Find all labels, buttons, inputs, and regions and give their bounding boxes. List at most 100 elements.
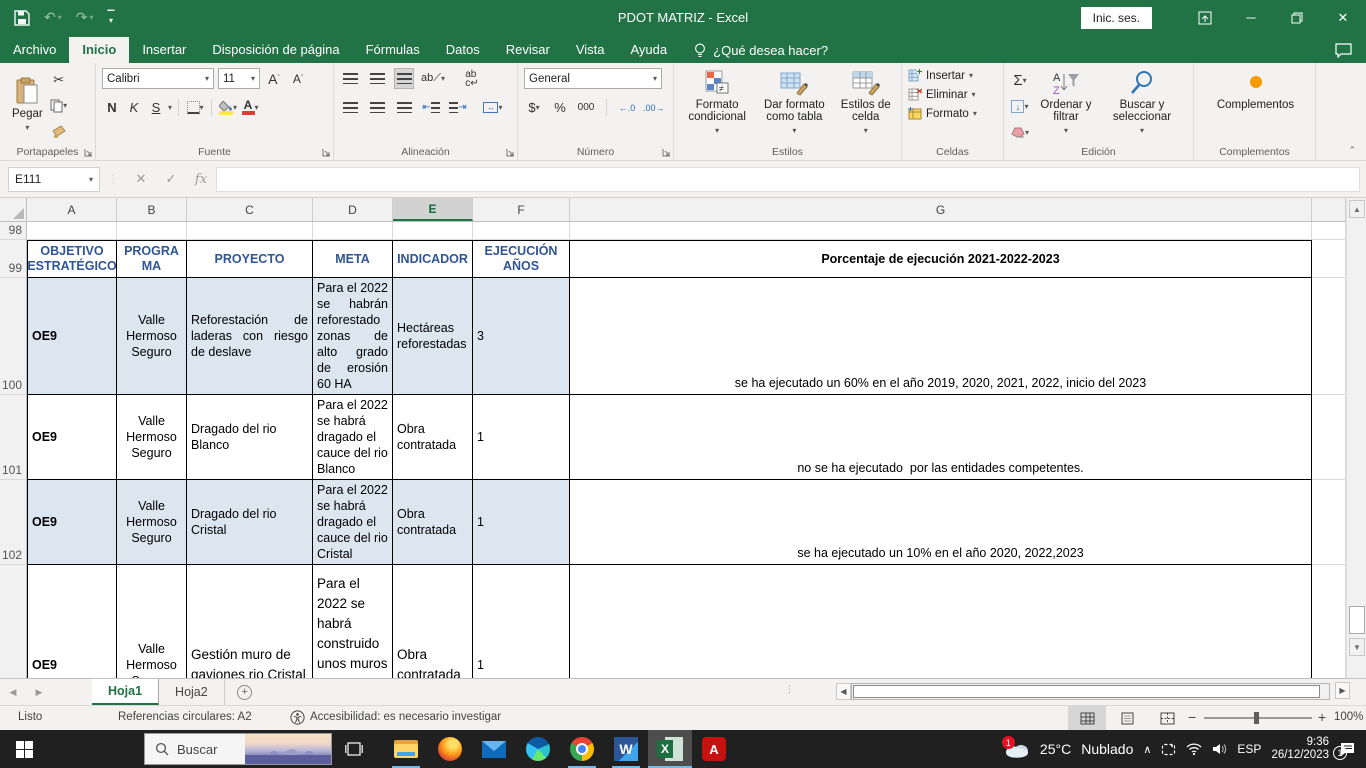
insert-function-icon[interactable]: fx [186,172,216,187]
align-right-icon[interactable] [394,97,414,118]
clear-icon[interactable]: ▾ [1010,122,1030,143]
tab-inicio[interactable]: Inicio [69,37,129,63]
underline-carat[interactable]: ▾ [168,103,172,112]
tab-datos[interactable]: Datos [433,37,493,63]
cell-h101[interactable] [1312,395,1346,480]
col-header-f[interactable]: F [473,198,570,221]
paste-button[interactable]: Pegar ▾ [6,75,49,134]
delete-cells-button[interactable]: Eliminar [926,89,968,101]
tray-display-icon[interactable] [1161,743,1176,756]
scroll-down-icon[interactable]: ▼ [1349,638,1365,656]
dialog-launcher-icon[interactable] [84,148,93,157]
currency-icon[interactable]: $▾ [524,97,544,118]
cell-d103[interactable]: Para el 2022 se habrá construido unos mu… [313,565,393,678]
vertical-scrollbar[interactable]: ▲ ▼ [1346,198,1366,678]
taskbar-chrome[interactable] [560,730,604,768]
col-header-b[interactable]: B [117,198,187,221]
tray-weather-label[interactable]: Nublado [1081,741,1133,757]
cell-h100[interactable] [1312,278,1346,395]
cell-c99[interactable]: PROYECTO [187,240,313,278]
cell-g102[interactable]: se ha ejecutado un 10% en el año 2020, 2… [570,480,1312,565]
minimize-button[interactable]: ─ [1228,0,1274,35]
tab-archivo[interactable]: Archivo [0,37,69,63]
addins-button[interactable]: Complementos [1200,68,1311,113]
taskbar-search[interactable]: Buscar [144,733,332,765]
tab-formulas[interactable]: Fórmulas [353,37,433,63]
tab-insertar[interactable]: Insertar [129,37,199,63]
align-bottom-icon[interactable] [394,68,414,89]
percent-icon[interactable]: % [550,97,570,118]
cell-a99[interactable]: OBJETIVO ESTRATÉGICO [27,240,117,278]
increase-indent-icon[interactable]: ⇥ [448,97,468,118]
cell-f98[interactable] [473,222,570,240]
cell-h98[interactable] [1312,222,1346,240]
notification-center-icon[interactable]: 1 [1339,742,1356,757]
zoom-slider[interactable] [1204,717,1312,719]
cell-b98[interactable] [117,222,187,240]
increase-font-icon[interactable]: Aˆ [264,68,284,89]
row-header-102[interactable]: 102 [0,480,27,565]
comma-style-icon[interactable]: 000 [576,97,596,118]
confirm-entry-icon[interactable]: ✓ [156,171,186,187]
horizontal-scroll-thumb[interactable] [853,685,1320,698]
col-header-e-selected[interactable]: E [393,198,473,221]
row-header-98[interactable]: 98 [0,222,27,240]
view-page-layout-icon[interactable] [1108,706,1146,730]
decrease-indent-icon[interactable]: ⇤ [421,97,441,118]
scroll-up-icon[interactable]: ▲ [1349,200,1365,218]
tab-revisar[interactable]: Revisar [493,37,563,63]
undo-icon[interactable]: ↶▾ [44,9,62,26]
col-header-c[interactable]: C [187,198,313,221]
cell-g100[interactable]: se ha ejecutado un 60% en el año 2019, 2… [570,278,1312,395]
tray-clock[interactable]: 9:36 26/12/2023 [1271,736,1329,762]
row-header-101[interactable]: 101 [0,395,27,480]
tell-me-search[interactable]: ¿Qué desea hacer? [694,43,828,63]
splitter-grip[interactable]: ⋮ [785,684,795,695]
tab-vista[interactable]: Vista [563,37,618,63]
cell-b101[interactable]: Valle Hermoso Seguro [117,395,187,480]
dialog-launcher-icon[interactable] [506,148,515,157]
collapse-ribbon-icon[interactable]: ⌃ [1348,145,1356,156]
close-button[interactable]: ✕ [1320,0,1366,35]
view-normal-icon[interactable] [1068,706,1106,730]
cut-icon[interactable]: ✂ [49,69,69,90]
cell-d100[interactable]: Para el 2022 se habrán reforestado zonas… [313,278,393,395]
cell-a100[interactable]: OE9 [27,278,117,395]
taskbar-firefox[interactable] [428,730,472,768]
taskbar-acrobat[interactable]: A [692,730,736,768]
cell-f103[interactable]: 1 [473,565,570,678]
underline-button[interactable]: S [146,97,166,118]
cell-g98[interactable] [570,222,1312,240]
cell-a103[interactable]: OE9 [27,565,117,678]
cell-c98[interactable] [187,222,313,240]
redo-icon[interactable]: ↷▾ [76,9,94,26]
autosum-icon[interactable]: Σ▾ [1010,70,1030,91]
col-header-h[interactable] [1312,198,1346,221]
italic-button[interactable]: K [124,97,144,118]
zoom-in-icon[interactable]: + [1318,709,1326,725]
task-view-button[interactable] [332,730,376,768]
cell-h103[interactable] [1312,565,1346,678]
cell-e100[interactable]: Hectáreas reforestadas [393,278,473,395]
decrease-decimal-icon[interactable]: .00→ [643,97,665,118]
status-mode[interactable]: Listo [18,711,42,723]
tray-language[interactable]: ESP [1237,742,1261,756]
tab-ayuda[interactable]: Ayuda [618,37,681,63]
wifi-icon[interactable] [1186,743,1202,755]
status-accessibility[interactable]: Accesibilidad: es necesario investigar [310,711,501,723]
taskbar-file-explorer[interactable] [384,730,428,768]
align-top-icon[interactable] [340,68,360,89]
number-format-select[interactable]: General▾ [524,68,662,89]
save-icon[interactable] [14,10,30,26]
wrap-text-icon[interactable]: abc↵ [462,68,482,89]
fill-down-icon[interactable]: ↓▾ [1010,96,1030,117]
cell-b99[interactable]: PROGRAMA [117,240,187,278]
vertical-scroll-thumb[interactable] [1349,606,1365,634]
taskbar-edge[interactable] [516,730,560,768]
dialog-launcher-icon[interactable] [662,148,671,157]
sheet-nav-right-icon[interactable]: ▶ [26,679,52,705]
weather-icon[interactable]: 1 [1004,740,1030,758]
tray-temperature[interactable]: 25°C [1040,741,1071,757]
cell-f99[interactable]: EJECUCIÓN AÑOS [473,240,570,278]
cell-e99[interactable]: INDICADOR [393,240,473,278]
